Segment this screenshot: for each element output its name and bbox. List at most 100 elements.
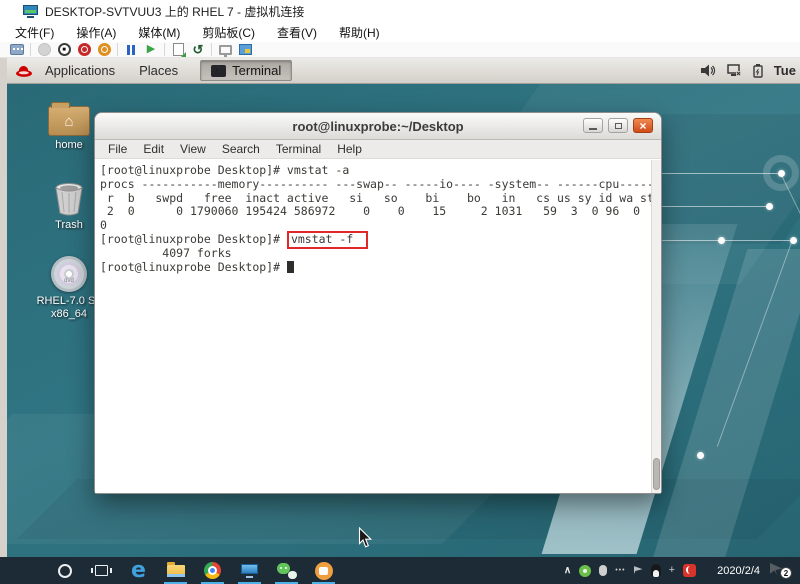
file-explorer-icon [167, 565, 185, 577]
tray-green-icon[interactable] [579, 565, 591, 577]
chrome-icon [204, 562, 221, 579]
terminal-line: r b swpd free inact active si so bi bo i… [100, 192, 649, 206]
volume-icon[interactable] [701, 64, 716, 77]
screenshot-root: DESKTOP-SVTVUU3 上的 RHEL 7 - 虚拟机连接 文件(F) … [0, 0, 800, 584]
terminal-menu-file[interactable]: File [100, 141, 135, 157]
menu-action[interactable]: 操作(A) [65, 22, 127, 43]
terminal-task-button[interactable]: ›_ Terminal [200, 60, 292, 81]
menu-clipboard[interactable]: 剪贴板(C) [191, 22, 266, 43]
battery-icon[interactable] [753, 64, 763, 78]
close-button[interactable]: × [633, 118, 653, 133]
terminal-line: [root@linuxprobe Desktop]# vmstat -f [100, 233, 649, 247]
start-vm-button[interactable] [34, 42, 54, 57]
terminal-line: [root@linuxprobe Desktop]# [100, 261, 649, 275]
task-view-icon [95, 565, 108, 576]
hyperv-manager-button[interactable] [231, 557, 268, 584]
wechat-button[interactable] [268, 557, 305, 584]
revert-button[interactable]: ↺ [188, 42, 208, 57]
file-explorer-button[interactable] [157, 557, 194, 584]
notification-button[interactable]: 2 [770, 561, 792, 579]
menu-file[interactable]: 文件(F) [4, 22, 65, 43]
tray-mouse-icon[interactable] [599, 565, 607, 576]
tray-dots-icon[interactable]: ••• [615, 567, 625, 574]
menu-media[interactable]: 媒体(M) [127, 22, 191, 43]
terminal-task-label: Terminal [232, 63, 281, 78]
network-icon[interactable] [727, 64, 742, 77]
terminal-line: 0 [100, 219, 649, 233]
toolbar-separator [211, 43, 212, 56]
terminal-cursor [287, 261, 294, 273]
panel-status-area: Tue 18 [701, 63, 800, 78]
orange-app-icon [315, 562, 333, 580]
vm-guest-screen: Applications Places ›_ Terminal [7, 58, 800, 557]
terminal-body[interactable]: [root@linuxprobe Desktop]# vmstat -aproc… [95, 160, 661, 493]
tray-plus-icon[interactable]: + [669, 565, 675, 576]
orange-app-button[interactable] [305, 557, 342, 584]
terminal-menu-help[interactable]: Help [329, 141, 370, 157]
terminal-titlebar[interactable]: root@linuxprobe:~/Desktop × [95, 113, 661, 140]
save-vm-button[interactable] [94, 42, 114, 57]
applications-menu[interactable]: Applications [33, 63, 127, 78]
terminal-window: root@linuxprobe:~/Desktop × File Edit Vi… [95, 113, 661, 493]
toolbar-separator [164, 43, 165, 56]
gnome-desktop: ⌂ home Trash [7, 84, 800, 557]
system-tray: ∧ ••• + [564, 557, 696, 584]
places-menu[interactable]: Places [127, 63, 190, 78]
enhanced-session-button[interactable] [235, 42, 255, 57]
maximize-button[interactable] [608, 118, 628, 133]
terminal-menu-edit[interactable]: Edit [135, 141, 172, 157]
vm-window-titlebar: DESKTOP-SVTVUU3 上的 RHEL 7 - 虚拟机连接 [0, 0, 800, 22]
wallpaper-dot [718, 237, 725, 244]
mouse-cursor [358, 527, 373, 554]
terminal-output: [root@linuxprobe Desktop]# vmstat -aproc… [95, 160, 661, 274]
toolbar-separator [30, 43, 31, 56]
terminal-scrollbar[interactable] [651, 160, 661, 493]
menu-help[interactable]: 帮助(H) [328, 22, 391, 43]
terminal-menubar: File Edit View Search Terminal Help [95, 140, 661, 159]
minimize-button[interactable] [583, 118, 603, 133]
ctrl-alt-del-button[interactable] [7, 42, 27, 57]
terminal-menu-search[interactable]: Search [214, 141, 268, 157]
toolbar-separator [117, 43, 118, 56]
taskbar-clock[interactable]: 2020/2/4 [717, 557, 760, 584]
pause-vm-button[interactable] [121, 42, 141, 57]
tray-flag-icon[interactable] [634, 566, 643, 575]
notification-badge: 2 [780, 567, 792, 579]
checkpoint-button[interactable] [168, 42, 188, 57]
remote-display-button[interactable] [215, 42, 235, 57]
chrome-button[interactable] [194, 557, 231, 584]
highlighted-command: vmstat -f [287, 231, 368, 249]
wechat-icon [277, 563, 297, 579]
gnome-top-panel: Applications Places ›_ Terminal [7, 58, 800, 84]
edge-button[interactable]: e [120, 557, 157, 584]
resume-vm-button[interactable]: ▶ [141, 42, 161, 57]
tray-qq-icon[interactable] [651, 564, 661, 577]
cortana-button[interactable] [46, 557, 83, 584]
dvd-disc-icon: dvd [51, 256, 87, 292]
scrollbar-thumb[interactable] [653, 458, 660, 490]
wallpaper-dot [790, 237, 797, 244]
terminal-line: 2 0 0 1790060 195424 586972 0 0 15 2 103… [100, 205, 649, 219]
panel-clock[interactable]: Tue 18 [774, 63, 800, 78]
vm-menubar: 文件(F) 操作(A) 媒体(M) 剪贴板(C) 查看(V) 帮助(H) [0, 22, 800, 42]
vm-window-title: DESKTOP-SVTVUU3 上的 RHEL 7 - 虚拟机连接 [45, 3, 304, 20]
shut-down-vm-button[interactable] [74, 42, 94, 57]
shell-prompt: [root@linuxprobe Desktop]# [100, 260, 287, 274]
menu-view[interactable]: 查看(V) [266, 22, 328, 43]
terminal-title: root@linuxprobe:~/Desktop [292, 119, 463, 134]
shell-prompt: [root@linuxprobe Desktop]# [100, 232, 287, 246]
terminal-icon: ›_ [211, 65, 226, 77]
turn-off-vm-button[interactable]: ■ [54, 42, 74, 57]
tray-red-icon[interactable] [683, 564, 696, 577]
hyperv-app-icon [23, 5, 38, 18]
vm-toolbar: ■ ▶ ↺ [0, 42, 800, 58]
windows-taskbar: e ∧ ••• + 2020/2/4 2 [0, 557, 800, 584]
home-folder-icon: ⌂ [48, 106, 90, 136]
task-view-button[interactable] [83, 557, 120, 584]
tray-expand-icon[interactable]: ∧ [564, 565, 571, 576]
terminal-menu-terminal[interactable]: Terminal [268, 141, 329, 157]
terminal-line: 4097 forks [100, 247, 649, 261]
terminal-menu-view[interactable]: View [172, 141, 214, 157]
taskbar-icons: e [46, 557, 342, 584]
vm-display-area: Applications Places ›_ Terminal [0, 58, 800, 557]
